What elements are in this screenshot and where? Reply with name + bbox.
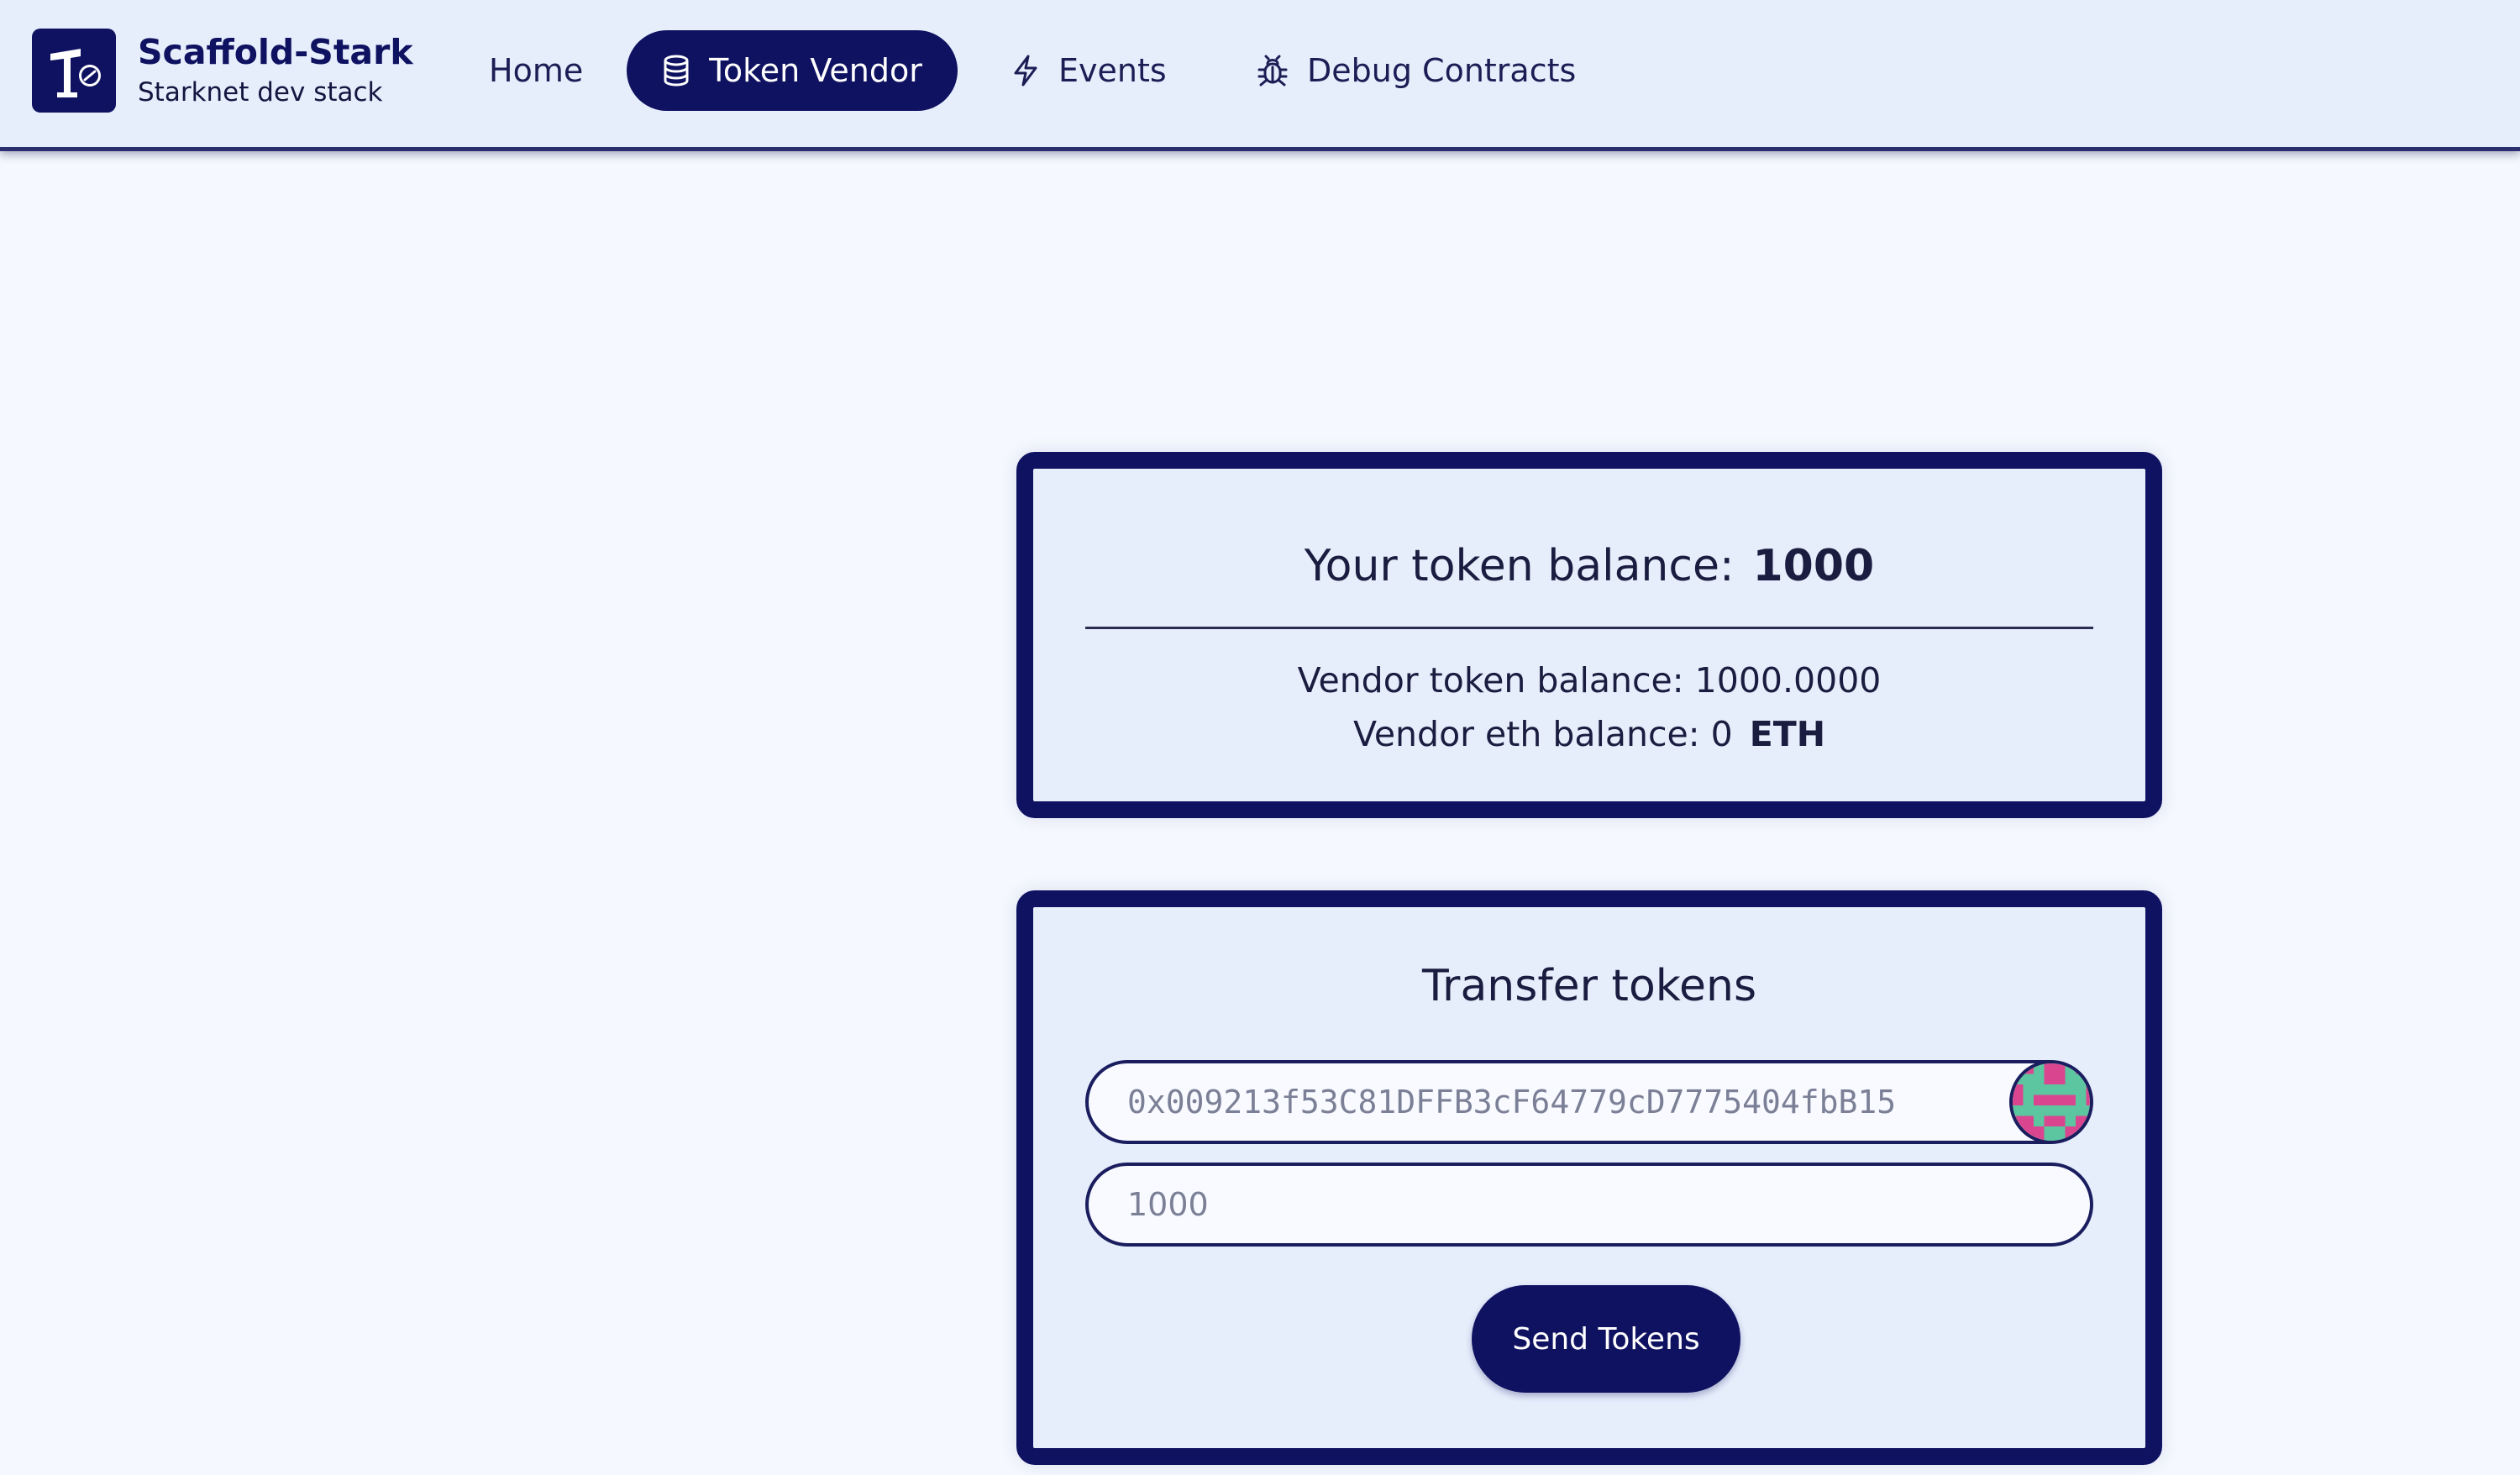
nav-item-home[interactable]: Home bbox=[489, 30, 583, 111]
nav-item-home-label: Home bbox=[489, 52, 584, 89]
your-token-balance: Your token balance: 1000 bbox=[1033, 541, 2145, 591]
your-token-balance-label: Your token balance: bbox=[1304, 541, 1735, 591]
amount-input[interactable] bbox=[1126, 1166, 2050, 1243]
brand-title[interactable]: Scaffold-Stark bbox=[138, 32, 413, 72]
nav-item-events[interactable]: Events bbox=[1011, 30, 1167, 111]
transfer-tokens-title: Transfer tokens bbox=[1421, 961, 1757, 1011]
balance-divider bbox=[1085, 627, 2093, 629]
vendor-token-balance-label: Vendor token balance: bbox=[1297, 660, 1684, 701]
transfer-tokens-card: Transfer tokens Send Tokens bbox=[1016, 890, 2162, 1465]
vendor-token-balance: Vendor token balance: 1000.0000 bbox=[1033, 660, 2145, 701]
bug-icon bbox=[1257, 54, 1289, 87]
recipient-address-field[interactable] bbox=[1085, 1060, 2093, 1144]
address-blockie-avatar bbox=[2009, 1063, 2090, 1141]
scaffold-stark-logo-icon[interactable] bbox=[32, 29, 116, 113]
nav-item-events-label: Events bbox=[1058, 52, 1167, 89]
lightning-icon bbox=[1011, 54, 1040, 87]
token-balance-card: Your token balance: 1000 Vendor token bal… bbox=[1016, 452, 2162, 818]
vendor-token-balance-value: 1000.0000 bbox=[1694, 660, 1882, 701]
vendor-eth-balance-label: Vendor eth balance: bbox=[1352, 714, 1700, 754]
vendor-eth-balance: Vendor eth balance: 0 ETH bbox=[1033, 714, 2145, 754]
recipient-address-input[interactable] bbox=[1126, 1063, 1999, 1141]
your-token-balance-value: 1000 bbox=[1752, 541, 1875, 591]
nav-item-token-vendor-label: Token Vendor bbox=[709, 52, 922, 89]
database-icon bbox=[662, 55, 690, 87]
send-tokens-button[interactable]: Send Tokens bbox=[1472, 1285, 1740, 1393]
vendor-eth-unit: ETH bbox=[1749, 714, 1826, 754]
nav-item-token-vendor[interactable]: Token Vendor bbox=[627, 30, 958, 111]
nav-item-debug-contracts-label: Debug Contracts bbox=[1307, 52, 1577, 89]
nav-item-debug-contracts[interactable]: Debug Contracts bbox=[1257, 30, 1576, 111]
vendor-eth-balance-value: 0 bbox=[1710, 714, 1733, 754]
brand-subtitle: Starknet dev stack bbox=[138, 77, 383, 108]
top-navbar: Scaffold-Stark Starknet dev stack Home T… bbox=[0, 0, 2520, 151]
amount-field[interactable] bbox=[1085, 1163, 2093, 1247]
